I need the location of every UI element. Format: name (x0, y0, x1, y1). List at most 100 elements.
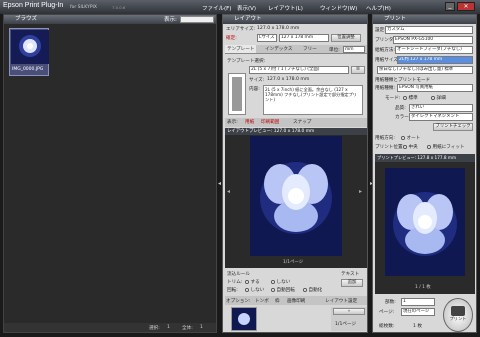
total-count: 1 (200, 325, 203, 330)
mode-detail-radio[interactable]: 詳細 (431, 95, 446, 101)
print-button[interactable]: プリント (443, 298, 473, 332)
area-size-value: 127.0 x 178.0 mm (257, 26, 300, 31)
media-select[interactable]: EPSON 写真用紙 (397, 84, 473, 92)
tab-template[interactable]: テンプレート (225, 45, 257, 53)
position-adjust-button[interactable]: 位置調整 (331, 34, 361, 42)
preset-select[interactable]: カスタム (385, 26, 473, 34)
trim-no-indicator[interactable] (271, 279, 275, 284)
view-tabs: 表示: 用紙 印刷範囲 スナップ (225, 118, 367, 127)
layout-tabs: テンプレート インデックス フリー 単位: mm (225, 45, 367, 54)
view-print-area-toggle[interactable]: 印刷範囲 (259, 118, 281, 126)
position-fit-radio[interactable]: 用紙にフィット (427, 144, 465, 150)
rotate-auto-radio[interactable]: 自動回転 (271, 287, 295, 293)
rotate-no-label: しない (250, 288, 265, 293)
copies-label: 部数: (385, 300, 396, 305)
preview-next-arrow[interactable]: ▸ (359, 188, 362, 195)
minimize-button[interactable]: _ (445, 2, 455, 11)
template-select[interactable]: 2L (5 x 7)付 / 1 (フチなし) (全面) (249, 66, 349, 74)
page-thumbnail[interactable] (231, 307, 257, 331)
position-center-indicator[interactable] (403, 144, 407, 149)
view-label: 表示: (227, 120, 238, 125)
template-select-label: テンプレート選択: (227, 59, 266, 64)
app-subtitle: for SILKYPIX (70, 5, 97, 10)
unit-select[interactable]: mm (343, 46, 365, 53)
template-list-button[interactable]: ☰ (351, 66, 365, 74)
paper-size-label-field[interactable]: Lサイズ (257, 34, 277, 42)
option-image-print[interactable]: 画像印刷 (287, 298, 305, 304)
print-button-label: プリント (449, 316, 467, 321)
printer-select[interactable]: EPSON PX-G5100 (393, 36, 473, 44)
menu-help[interactable]: ヘルプ(H) (366, 4, 391, 12)
adjust-label: 確定: (226, 36, 237, 41)
media-label: 用紙種類: (375, 86, 395, 91)
rotate-auto-indicator[interactable] (271, 287, 275, 292)
trim-title: 流込ルール (227, 272, 250, 277)
menu-view[interactable]: 表示(V) (237, 4, 256, 12)
rotate-no-radio[interactable]: しない (245, 287, 264, 293)
position-label: プリント位置: (375, 145, 405, 150)
page-thumbnail-image (232, 308, 256, 330)
image-thumbnail[interactable]: IMG_0000.JPG (9, 28, 49, 76)
layout-settings-button[interactable]: レイアウト設定 (325, 298, 357, 304)
browser-view-select[interactable] (180, 16, 214, 23)
add-page-button[interactable]: + (333, 308, 365, 315)
browser-status: 選択: 1 全体: 1 (4, 323, 216, 332)
copies-input[interactable]: 1 (401, 298, 435, 306)
print-check-button[interactable]: プリントチェック (433, 123, 473, 131)
direction-auto-indicator[interactable] (401, 135, 405, 140)
trim-yes-label: する (250, 280, 260, 285)
layout-flower-image[interactable] (250, 136, 342, 256)
source-select[interactable]: オートシートフィーダ(フチなし) (395, 46, 473, 54)
quality-select[interactable]: きれい (409, 104, 473, 112)
menu-window[interactable]: ウィンドウ(W) (320, 4, 357, 12)
print-pane: プリント 設定: カスタム プリンタ: EPSON PX-G5100 給紙方法:… (372, 14, 477, 333)
layout-preview-title: レイアウトプレビュー: 127.0 x 178.0 mm (225, 128, 367, 135)
mode-standard-indicator[interactable] (403, 95, 407, 100)
color-select[interactable]: ダイレクトマネジメント (409, 113, 473, 121)
rotate-auto2-indicator[interactable] (303, 287, 307, 292)
mode-standard-radio[interactable]: 標準 (403, 95, 418, 101)
trim-no-radio[interactable]: しない (271, 279, 290, 285)
option-crop-marks[interactable]: トンボ (255, 298, 269, 304)
browser-header: ブラウズ 表示: (4, 15, 216, 24)
direction-auto-label: オート (406, 136, 421, 141)
trim-yes-indicator[interactable] (245, 279, 249, 284)
mode-detail-indicator[interactable] (431, 95, 435, 100)
view-snap-toggle[interactable]: スナップ (291, 118, 313, 126)
menu-layout[interactable]: レイアウト(L) (268, 4, 303, 12)
menu-file[interactable]: ファイル(F) (202, 4, 231, 12)
pages-select[interactable]: 現在のページ (401, 308, 435, 316)
preview-prev-arrow[interactable]: ◂ (227, 188, 230, 195)
print-flower-image (385, 168, 465, 276)
printer-icon (451, 306, 465, 316)
borderless-expand-label: 余白なし(フチなし)(はみ出し量) (379, 67, 443, 72)
option-bar: オプション: トンボ 枠 画像印刷 レイアウト設定 (225, 296, 367, 305)
quality-label: 品質: (395, 106, 406, 111)
rotate-auto2-radio[interactable]: 自動化 (303, 287, 322, 293)
sheet-indicator: 1 / 1 枚 (415, 285, 431, 290)
page-count: 1/1ページ (335, 322, 357, 327)
trim-yes-radio[interactable]: する (245, 279, 260, 285)
paper-size-field[interactable]: 127 x 178 mm (279, 34, 329, 42)
position-center-radio[interactable]: 中央 (403, 144, 418, 150)
position-fit-indicator[interactable] (427, 144, 431, 149)
paper-size-select[interactable]: 2L判 127 x 178 mm (397, 56, 473, 64)
view-paper-toggle[interactable]: 用紙 (243, 118, 256, 126)
layout-page-indicator: 1/1ページ (283, 260, 304, 265)
direction-auto-radio[interactable]: オート (401, 135, 420, 141)
media-section-title: 用紙種類とプリントモード (375, 78, 431, 83)
tab-free[interactable]: フリー (301, 45, 319, 53)
close-button[interactable]: ✕ (457, 2, 475, 11)
tab-index[interactable]: インデックス (263, 45, 294, 53)
add-text-button[interactable]: 追加 (341, 279, 363, 287)
position-center-label: 中央 (408, 145, 418, 150)
printer-label: プリンタ: (375, 38, 395, 43)
app-version: 7.0.0.6 (112, 5, 126, 10)
content-description: 2L (5 x 7inch) 紙に全面。余白なし (127 x 178mm) フ… (263, 85, 363, 115)
mode-label: モード: (385, 96, 401, 101)
size-label: サイズ: (249, 78, 265, 83)
rotate-no-indicator[interactable] (245, 287, 249, 292)
print-preview-area: プリントプレビュー: 127.8 x 177.8 mm 1 / 1 枚 (375, 154, 475, 294)
option-frame[interactable]: 枠 (275, 298, 280, 304)
borderless-expand[interactable]: 余白なし(フチなし)(はみ出し量) 標準 (377, 66, 473, 74)
